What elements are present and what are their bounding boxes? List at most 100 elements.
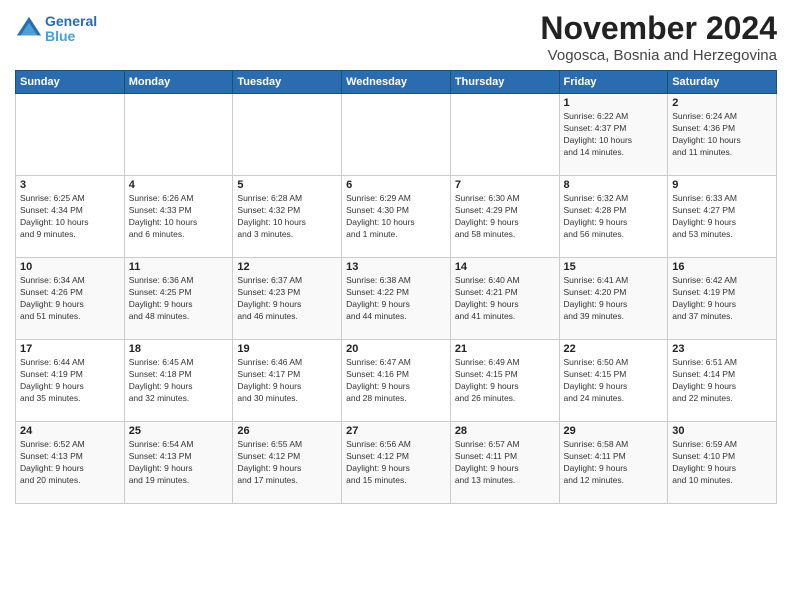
day-info: Sunrise: 6:37 AM Sunset: 4:23 PM Dayligh… [237,275,337,323]
day-info: Sunrise: 6:40 AM Sunset: 4:21 PM Dayligh… [455,275,555,323]
day-number: 3 [20,179,120,191]
day-number: 15 [564,261,664,273]
day-number: 12 [237,261,337,273]
day-info: Sunrise: 6:22 AM Sunset: 4:37 PM Dayligh… [564,111,664,159]
calendar-cell: 9Sunrise: 6:33 AM Sunset: 4:27 PM Daylig… [668,176,777,258]
calendar-cell: 8 Sunrise: 6:32 AM Sunset: 4:28 PM Daylig… [559,176,668,258]
page: General Blue November 2024 Vogosca, Bosn… [0,0,792,612]
day-info: Sunrise: 6:34 AM Sunset: 4:26 PM Dayligh… [20,275,120,323]
header: General Blue November 2024 Vogosca, Bosn… [15,10,777,64]
calendar-cell [233,94,342,176]
calendar-cell: 19 Sunrise: 6:46 AM Sunset: 4:17 PM Dayli… [233,340,342,422]
calendar-week-0: 1 Sunrise: 6:22 AM Sunset: 4:37 PM Daylig… [16,94,777,176]
day-number: 17 [20,343,120,355]
calendar-cell: 1 Sunrise: 6:22 AM Sunset: 4:37 PM Daylig… [559,94,668,176]
day-info: Sunrise: 6:59 AM Sunset: 4:10 PM Dayligh… [672,439,772,487]
day-number: 2 [672,97,772,109]
col-friday: Friday [559,71,668,94]
calendar-cell: 16Sunrise: 6:42 AM Sunset: 4:19 PM Dayli… [668,258,777,340]
day-number: 16 [672,261,772,273]
day-number: 6 [346,179,446,191]
day-number: 1 [564,97,664,109]
col-saturday: Saturday [668,71,777,94]
day-number: 27 [346,425,446,437]
day-number: 9 [672,179,772,191]
calendar-cell: 11 Sunrise: 6:36 AM Sunset: 4:25 PM Dayli… [124,258,233,340]
main-title: November 2024 [540,10,777,47]
day-number: 28 [455,425,555,437]
logo: General Blue [15,14,97,45]
calendar-cell: 30Sunrise: 6:59 AM Sunset: 4:10 PM Dayli… [668,422,777,504]
day-number: 19 [237,343,337,355]
title-area: November 2024 Vogosca, Bosnia and Herzeg… [540,10,777,64]
calendar-week-1: 3 Sunrise: 6:25 AM Sunset: 4:34 PM Daylig… [16,176,777,258]
day-info: Sunrise: 6:24 AM Sunset: 4:36 PM Dayligh… [672,111,772,159]
day-number: 13 [346,261,446,273]
calendar-table: Sunday Monday Tuesday Wednesday Thursday… [15,70,777,504]
calendar-cell: 17 Sunrise: 6:44 AM Sunset: 4:19 PM Dayli… [16,340,125,422]
day-number: 26 [237,425,337,437]
day-number: 20 [346,343,446,355]
day-info: Sunrise: 6:46 AM Sunset: 4:17 PM Dayligh… [237,357,337,405]
day-number: 11 [129,261,229,273]
day-number: 24 [20,425,120,437]
day-info: Sunrise: 6:29 AM Sunset: 4:30 PM Dayligh… [346,193,446,241]
calendar-cell: 18 Sunrise: 6:45 AM Sunset: 4:18 PM Dayli… [124,340,233,422]
day-info: Sunrise: 6:49 AM Sunset: 4:15 PM Dayligh… [455,357,555,405]
calendar-cell: 2 Sunrise: 6:24 AM Sunset: 4:36 PM Daylig… [668,94,777,176]
logo-icon [15,15,43,43]
calendar-cell: 28 Sunrise: 6:57 AM Sunset: 4:11 PM Dayli… [450,422,559,504]
col-sunday: Sunday [16,71,125,94]
day-number: 8 [564,179,664,191]
day-number: 23 [672,343,772,355]
calendar-cell: 14 Sunrise: 6:40 AM Sunset: 4:21 PM Dayli… [450,258,559,340]
calendar-cell: 20Sunrise: 6:47 AM Sunset: 4:16 PM Dayli… [342,340,451,422]
calendar-cell: 12 Sunrise: 6:37 AM Sunset: 4:23 PM Dayli… [233,258,342,340]
day-number: 22 [564,343,664,355]
calendar-cell [342,94,451,176]
day-info: Sunrise: 6:57 AM Sunset: 4:11 PM Dayligh… [455,439,555,487]
calendar-cell: 3 Sunrise: 6:25 AM Sunset: 4:34 PM Daylig… [16,176,125,258]
calendar-cell: 22 Sunrise: 6:50 AM Sunset: 4:15 PM Dayli… [559,340,668,422]
day-info: Sunrise: 6:50 AM Sunset: 4:15 PM Dayligh… [564,357,664,405]
calendar-cell: 24Sunrise: 6:52 AM Sunset: 4:13 PM Dayli… [16,422,125,504]
calendar-cell: 10Sunrise: 6:34 AM Sunset: 4:26 PM Dayli… [16,258,125,340]
calendar-cell: 29Sunrise: 6:58 AM Sunset: 4:11 PM Dayli… [559,422,668,504]
calendar-cell: 4Sunrise: 6:26 AM Sunset: 4:33 PM Daylig… [124,176,233,258]
day-number: 18 [129,343,229,355]
day-info: Sunrise: 6:58 AM Sunset: 4:11 PM Dayligh… [564,439,664,487]
subtitle: Vogosca, Bosnia and Herzegovina [540,47,777,64]
day-info: Sunrise: 6:51 AM Sunset: 4:14 PM Dayligh… [672,357,772,405]
calendar-cell [16,94,125,176]
day-info: Sunrise: 6:45 AM Sunset: 4:18 PM Dayligh… [129,357,229,405]
day-number: 4 [129,179,229,191]
day-number: 14 [455,261,555,273]
day-number: 5 [237,179,337,191]
calendar-week-2: 10Sunrise: 6:34 AM Sunset: 4:26 PM Dayli… [16,258,777,340]
calendar-cell: 23 Sunrise: 6:51 AM Sunset: 4:14 PM Dayli… [668,340,777,422]
calendar-header: Sunday Monday Tuesday Wednesday Thursday… [16,71,777,94]
calendar-cell [450,94,559,176]
day-info: Sunrise: 6:55 AM Sunset: 4:12 PM Dayligh… [237,439,337,487]
calendar-week-3: 17 Sunrise: 6:44 AM Sunset: 4:19 PM Dayli… [16,340,777,422]
col-tuesday: Tuesday [233,71,342,94]
calendar-body: 1 Sunrise: 6:22 AM Sunset: 4:37 PM Daylig… [16,94,777,504]
calendar-cell: 13Sunrise: 6:38 AM Sunset: 4:22 PM Dayli… [342,258,451,340]
calendar-cell: 25Sunrise: 6:54 AM Sunset: 4:13 PM Dayli… [124,422,233,504]
day-info: Sunrise: 6:30 AM Sunset: 4:29 PM Dayligh… [455,193,555,241]
day-info: Sunrise: 6:44 AM Sunset: 4:19 PM Dayligh… [20,357,120,405]
day-info: Sunrise: 6:28 AM Sunset: 4:32 PM Dayligh… [237,193,337,241]
day-info: Sunrise: 6:54 AM Sunset: 4:13 PM Dayligh… [129,439,229,487]
calendar-cell: 5 Sunrise: 6:28 AM Sunset: 4:32 PM Daylig… [233,176,342,258]
calendar-cell: 27 Sunrise: 6:56 AM Sunset: 4:12 PM Dayli… [342,422,451,504]
day-number: 21 [455,343,555,355]
col-thursday: Thursday [450,71,559,94]
day-info: Sunrise: 6:32 AM Sunset: 4:28 PM Dayligh… [564,193,664,241]
day-info: Sunrise: 6:25 AM Sunset: 4:34 PM Dayligh… [20,193,120,241]
day-info: Sunrise: 6:56 AM Sunset: 4:12 PM Dayligh… [346,439,446,487]
calendar-cell: 21 Sunrise: 6:49 AM Sunset: 4:15 PM Dayli… [450,340,559,422]
calendar-cell: 7 Sunrise: 6:30 AM Sunset: 4:29 PM Daylig… [450,176,559,258]
day-number: 7 [455,179,555,191]
calendar-cell: 6 Sunrise: 6:29 AM Sunset: 4:30 PM Daylig… [342,176,451,258]
day-info: Sunrise: 6:36 AM Sunset: 4:25 PM Dayligh… [129,275,229,323]
